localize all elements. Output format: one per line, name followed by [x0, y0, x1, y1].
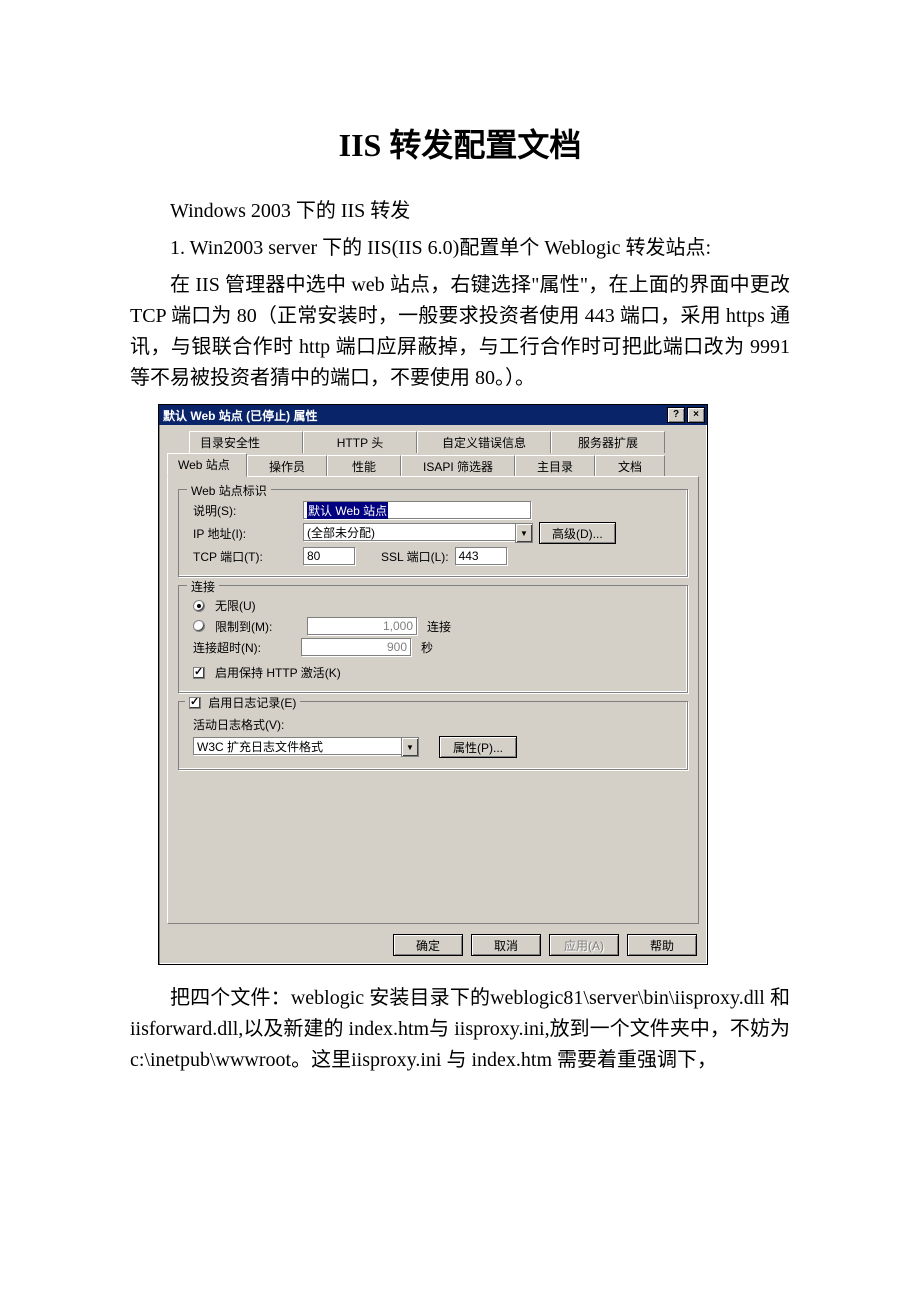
- help-button-footer[interactable]: 帮助: [627, 934, 697, 956]
- group-id-legend: Web 站点标识: [187, 482, 271, 499]
- description-field[interactable]: 默认 Web 站点: [303, 501, 531, 519]
- chevron-down-icon[interactable]: ▼: [515, 523, 533, 543]
- tab-performance[interactable]: 性能: [327, 455, 401, 477]
- group-connections: 连接 无限(U) 限制到(M): 1,000 连接 连接超时(N):: [178, 585, 688, 693]
- ip-label: IP 地址(I):: [193, 525, 297, 542]
- tab-operators[interactable]: 操作员: [247, 455, 327, 477]
- tab-dir-security[interactable]: 目录安全性: [189, 431, 303, 453]
- tcp-port-label: TCP 端口(T):: [193, 548, 297, 565]
- limit-suffix: 连接: [427, 618, 451, 635]
- row-ports: TCP 端口(T): 80 SSL 端口(L): 443: [193, 547, 677, 565]
- apply-button[interactable]: 应用(A): [549, 934, 619, 956]
- row-keepalive: 启用保持 HTTP 激活(K): [193, 664, 677, 681]
- close-button[interactable]: ×: [687, 407, 705, 423]
- tab-http-headers[interactable]: HTTP 头: [303, 431, 417, 453]
- group-identification: Web 站点标识 说明(S): 默认 Web 站点 IP 地址(I): (全部未…: [178, 489, 688, 577]
- radio-unlimited-label: 无限(U): [215, 597, 256, 614]
- timeout-suffix: 秒: [421, 639, 433, 656]
- check-keepalive-label: 启用保持 HTTP 激活(K): [215, 664, 341, 681]
- dialog-titlebar: 默认 Web 站点 (已停止) 属性 ? ×: [159, 405, 707, 425]
- tab-home-dir[interactable]: 主目录: [515, 455, 595, 477]
- timeout-field[interactable]: 900: [301, 638, 411, 656]
- ip-select[interactable]: (全部未分配) ▼: [303, 523, 533, 543]
- row-limit: 限制到(M): 1,000 连接: [193, 617, 677, 635]
- ssl-port-field[interactable]: 443: [455, 547, 507, 565]
- tcp-port-field[interactable]: 80: [303, 547, 355, 565]
- ip-value: (全部未分配): [303, 523, 515, 541]
- dialog-screenshot: 默认 Web 站点 (已停止) 属性 ? × 目录安全性 HTTP 头 自定义错…: [158, 404, 790, 965]
- row-description: 说明(S): 默认 Web 站点: [193, 501, 677, 519]
- log-format-value: W3C 扩充日志文件格式: [193, 737, 401, 755]
- limit-field[interactable]: 1,000: [307, 617, 417, 635]
- document-title: IIS 转发配置文档: [130, 120, 790, 166]
- row-log-format: W3C 扩充日志文件格式 ▼ 属性(P)...: [193, 736, 677, 758]
- tab-custom-errors[interactable]: 自定义错误信息: [417, 431, 551, 453]
- row-unlimited: 无限(U): [193, 597, 677, 614]
- titlebar-buttons: ? ×: [667, 407, 705, 423]
- document-page: www.bdocx.com IIS 转发配置文档 Windows 2003 下的…: [0, 0, 920, 1302]
- group-logging: 启用日志记录(E) 活动日志格式(V): W3C 扩充日志文件格式 ▼ 属性(P…: [178, 701, 688, 770]
- log-properties-button[interactable]: 属性(P)...: [439, 736, 517, 758]
- properties-dialog: 默认 Web 站点 (已停止) 属性 ? × 目录安全性 HTTP 头 自定义错…: [158, 404, 708, 965]
- tab-website[interactable]: Web 站点: [167, 453, 247, 477]
- row-timeout: 连接超时(N): 900 秒: [193, 638, 677, 656]
- dialog-footer: 确定 取消 应用(A) 帮助: [159, 928, 707, 964]
- row-log-format-label: 活动日志格式(V):: [193, 716, 677, 733]
- check-enable-log-label: 启用日志记录(E): [208, 696, 296, 710]
- website-tab-panel: Web 站点标识 说明(S): 默认 Web 站点 IP 地址(I): (全部未…: [167, 476, 699, 924]
- tab-documents[interactable]: 文档: [595, 455, 665, 477]
- group-log-legend: 启用日志记录(E): [185, 694, 300, 711]
- tab-server-ext[interactable]: 服务器扩展: [551, 431, 665, 453]
- advanced-button[interactable]: 高级(D)...: [539, 522, 616, 544]
- row-ip: IP 地址(I): (全部未分配) ▼ 高级(D)...: [193, 522, 677, 544]
- chevron-down-icon[interactable]: ▼: [401, 737, 419, 757]
- tab-isapi[interactable]: ISAPI 筛选器: [401, 455, 515, 477]
- log-format-select[interactable]: W3C 扩充日志文件格式 ▼: [193, 737, 419, 757]
- tab-row-front: Web 站点 操作员 性能 ISAPI 筛选器 主目录 文档: [167, 453, 699, 477]
- check-keepalive[interactable]: [193, 667, 205, 679]
- radio-limit-label: 限制到(M):: [215, 618, 301, 635]
- paragraph-2: 1. Win2003 server 下的 IIS(IIS 6.0)配置单个 We…: [130, 233, 790, 264]
- tab-row-back: 目录安全性 HTTP 头 自定义错误信息 服务器扩展: [189, 431, 699, 453]
- ssl-port-label: SSL 端口(L):: [381, 548, 449, 565]
- check-enable-log[interactable]: [189, 697, 201, 709]
- group-conn-legend: 连接: [187, 578, 219, 595]
- description-label: 说明(S):: [193, 502, 297, 519]
- ok-button[interactable]: 确定: [393, 934, 463, 956]
- log-format-label: 活动日志格式(V):: [193, 716, 284, 733]
- paragraph-1: Windows 2003 下的 IIS 转发: [130, 196, 790, 227]
- tabs-area: 目录安全性 HTTP 头 自定义错误信息 服务器扩展 Web 站点 操作员 性能…: [159, 425, 707, 928]
- dialog-title: 默认 Web 站点 (已停止) 属性: [163, 407, 317, 424]
- radio-unlimited[interactable]: [193, 600, 205, 612]
- help-button[interactable]: ?: [667, 407, 685, 423]
- radio-limit[interactable]: [193, 620, 205, 632]
- paragraph-4: 把四个文件：weblogic 安装目录下的weblogic81\server\b…: [130, 983, 790, 1076]
- cancel-button[interactable]: 取消: [471, 934, 541, 956]
- timeout-label: 连接超时(N):: [193, 639, 295, 656]
- paragraph-3: 在 IIS 管理器中选中 web 站点，右键选择"属性"，在上面的界面中更改 T…: [130, 270, 790, 394]
